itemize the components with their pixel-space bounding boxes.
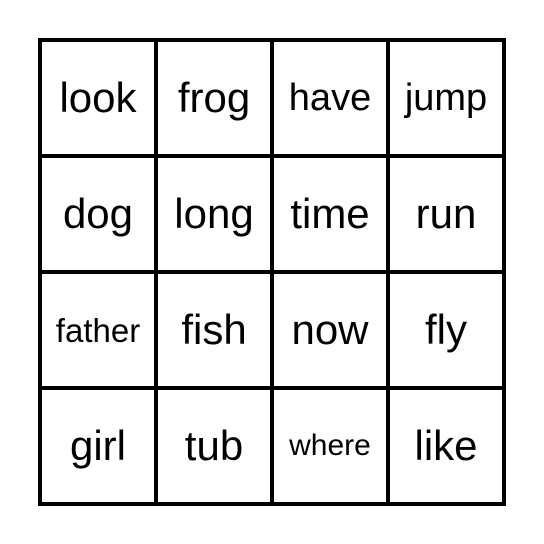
bingo-cell[interactable]: time — [272, 156, 388, 272]
bingo-cell[interactable]: where — [272, 388, 388, 504]
bingo-cell[interactable]: run — [388, 156, 504, 272]
bingo-cell[interactable]: look — [40, 40, 156, 156]
bingo-cell[interactable]: frog — [156, 40, 272, 156]
bingo-cell[interactable]: jump — [388, 40, 504, 156]
bingo-cell[interactable]: have — [272, 40, 388, 156]
bingo-cell[interactable]: dog — [40, 156, 156, 272]
bingo-cell[interactable]: girl — [40, 388, 156, 504]
bingo-cell[interactable]: father — [40, 272, 156, 388]
bingo-cell[interactable]: long — [156, 156, 272, 272]
bingo-cell[interactable]: fish — [156, 272, 272, 388]
bingo-cell[interactable]: fly — [388, 272, 504, 388]
bingo-cell[interactable]: now — [272, 272, 388, 388]
bingo-cell[interactable]: tub — [156, 388, 272, 504]
bingo-cell[interactable]: like — [388, 388, 504, 504]
bingo-board: look frog have jump dog long time run fa… — [38, 38, 506, 506]
